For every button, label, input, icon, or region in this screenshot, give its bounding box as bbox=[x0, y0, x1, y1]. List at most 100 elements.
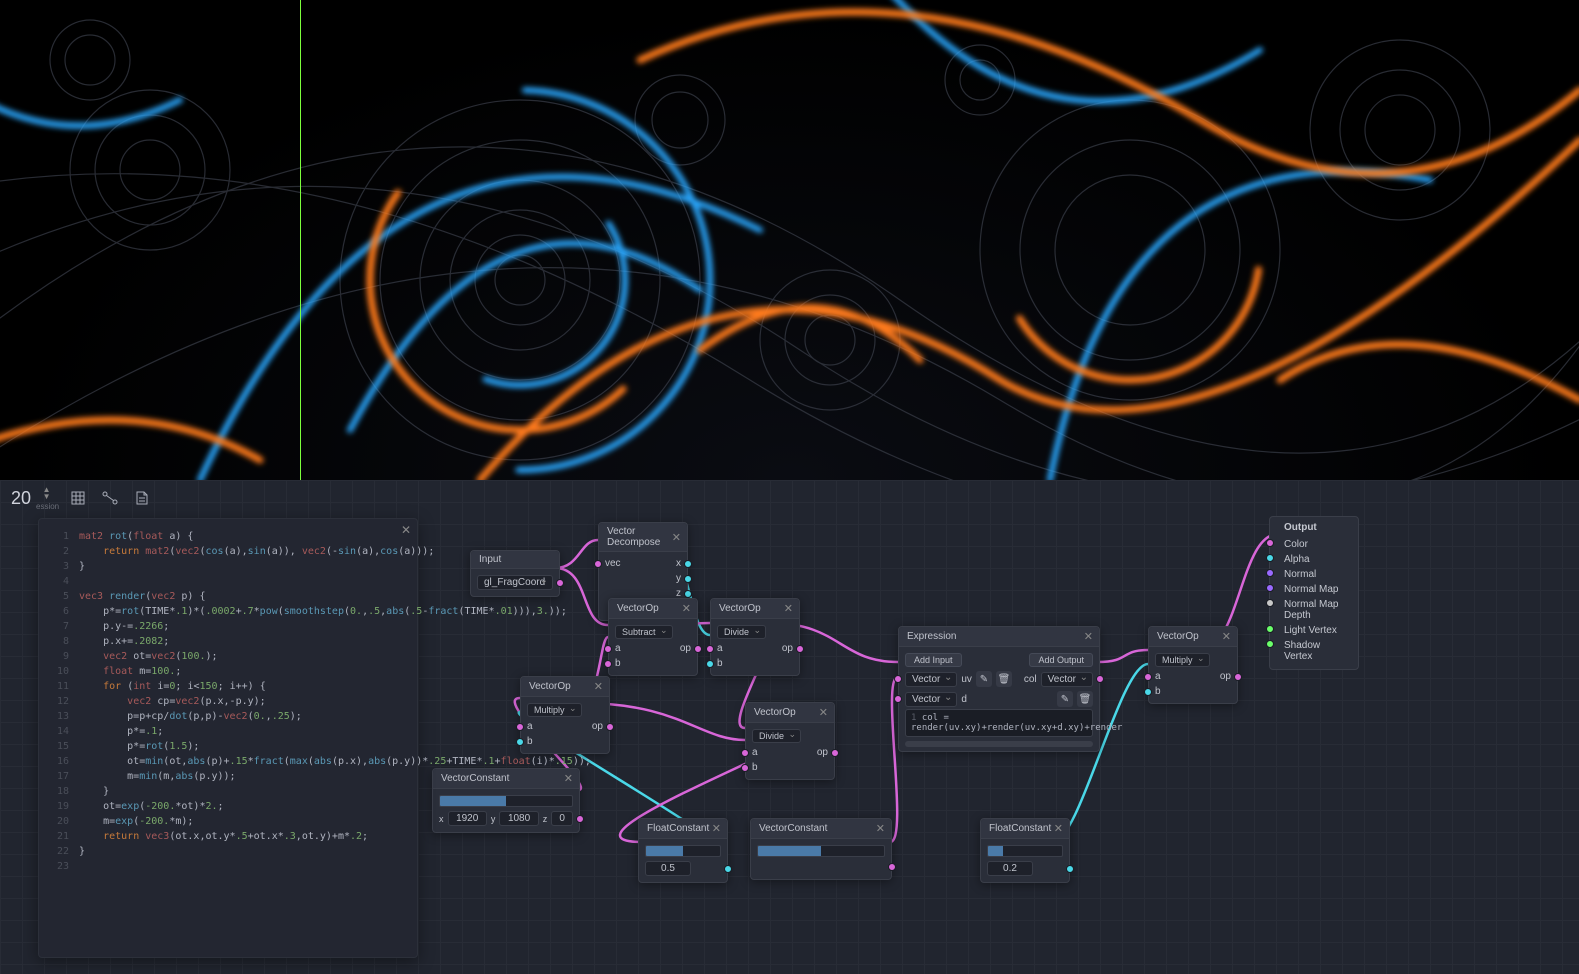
port-out[interactable] bbox=[606, 723, 614, 731]
node-vectorop-divide-2[interactable]: VectorOp✕ Divide aop b bbox=[745, 702, 835, 780]
port-out[interactable] bbox=[796, 645, 804, 653]
port-out[interactable] bbox=[556, 579, 564, 587]
port-label: a bbox=[1155, 671, 1161, 682]
add-input-button[interactable]: Add Input bbox=[905, 653, 962, 667]
close-icon[interactable]: ✕ bbox=[1054, 822, 1063, 835]
toolbar-grid-icon[interactable] bbox=[65, 486, 91, 510]
op-dropdown[interactable]: Subtract bbox=[615, 625, 673, 639]
port-in[interactable] bbox=[1144, 673, 1152, 681]
op-dropdown[interactable]: Multiply bbox=[527, 703, 582, 717]
port-out[interactable] bbox=[831, 749, 839, 757]
port-in[interactable] bbox=[1266, 569, 1274, 577]
port-in[interactable] bbox=[1144, 688, 1152, 696]
port-label: Normal Map bbox=[1284, 584, 1338, 595]
close-icon[interactable]: ✕ bbox=[876, 822, 885, 835]
port-out[interactable] bbox=[684, 590, 692, 598]
node-output[interactable]: Output Color Alpha Normal Normal Map Nor… bbox=[1269, 516, 1359, 670]
add-output-button[interactable]: Add Output bbox=[1029, 653, 1093, 667]
port-out[interactable] bbox=[1066, 865, 1074, 873]
node-vector-constant-2[interactable]: VectorConstant ✕ bbox=[750, 818, 892, 880]
op-dropdown[interactable]: Divide bbox=[717, 625, 766, 639]
close-icon[interactable]: ✕ bbox=[784, 602, 793, 615]
node-float-constant-2[interactable]: FloatConstant✕ 0.2 bbox=[980, 818, 1070, 883]
node-vector-constant-1[interactable]: VectorConstant✕ x1920 y1080 z0 bbox=[432, 768, 580, 833]
close-icon[interactable]: ✕ bbox=[712, 822, 721, 835]
delete-icon[interactable]: 🗑 bbox=[996, 671, 1012, 687]
node-float-constant-1[interactable]: FloatConstant✕ 0.5 bbox=[638, 818, 728, 883]
port-in[interactable] bbox=[1266, 640, 1274, 648]
port-in[interactable] bbox=[894, 675, 902, 683]
node-vectorop-multiply-2[interactable]: VectorOp✕ Multiply aop b bbox=[1148, 626, 1238, 704]
node-graph-panel[interactable]: 20 ▲ ▼ ession ✕ 1mat2 rot(float a) {2 re… bbox=[0, 480, 1579, 974]
edit-icon[interactable]: ✎ bbox=[976, 671, 992, 687]
input-source-dropdown[interactable]: gl_FragCoord bbox=[477, 575, 553, 590]
close-icon[interactable]: ✕ bbox=[401, 523, 411, 537]
port-in[interactable] bbox=[516, 723, 524, 731]
node-vectorop-subtract[interactable]: VectorOp✕ Subtract aop b bbox=[608, 598, 698, 676]
port-in[interactable] bbox=[1266, 584, 1274, 592]
close-icon[interactable]: ✕ bbox=[564, 772, 573, 785]
value[interactable]: 0.5 bbox=[645, 861, 691, 876]
node-expression[interactable]: Expression✕ Add Input Add Output Vector … bbox=[898, 626, 1100, 752]
expression-code[interactable]: 1 col = render(uv.xy)+render(uv.xy+d.xy)… bbox=[905, 709, 1093, 737]
node-vectorop-multiply[interactable]: VectorOp✕ Multiply aop b bbox=[520, 676, 610, 754]
close-icon[interactable]: ✕ bbox=[594, 680, 603, 693]
node-input[interactable]: Input gl_FragCoord bbox=[470, 550, 560, 597]
value-x[interactable]: 1920 bbox=[448, 811, 487, 826]
port-out[interactable] bbox=[724, 865, 732, 873]
close-icon[interactable]: ✕ bbox=[819, 706, 828, 719]
edit-icon[interactable]: ✎ bbox=[1057, 691, 1073, 707]
port-out[interactable] bbox=[1096, 675, 1104, 683]
port-in[interactable] bbox=[1266, 554, 1274, 562]
port-in[interactable] bbox=[604, 660, 612, 668]
port-out[interactable] bbox=[684, 575, 692, 583]
scrollbar[interactable] bbox=[905, 741, 1093, 747]
spinner-down-icon[interactable]: ▼ bbox=[43, 493, 51, 500]
close-icon[interactable]: ✕ bbox=[1222, 630, 1231, 643]
port-in[interactable] bbox=[706, 645, 714, 653]
port-in[interactable] bbox=[604, 645, 612, 653]
toolbar-connect-icon[interactable] bbox=[97, 486, 123, 510]
value-z[interactable]: 0 bbox=[551, 811, 573, 826]
port-in[interactable] bbox=[1266, 625, 1274, 633]
port-in[interactable] bbox=[1266, 599, 1274, 607]
value[interactable]: 0.2 bbox=[987, 861, 1033, 876]
port-in[interactable] bbox=[741, 764, 749, 772]
port-in[interactable] bbox=[706, 660, 714, 668]
slider[interactable] bbox=[987, 845, 1063, 857]
port-label: op bbox=[680, 643, 691, 654]
close-icon[interactable]: ✕ bbox=[672, 531, 681, 544]
delete-icon[interactable]: 🗑 bbox=[1077, 691, 1093, 707]
op-dropdown[interactable]: Multiply bbox=[1155, 653, 1210, 667]
port-in[interactable] bbox=[1266, 539, 1274, 547]
port-out[interactable] bbox=[1234, 673, 1242, 681]
port-label: op bbox=[782, 643, 793, 654]
port-in[interactable] bbox=[516, 738, 524, 746]
slider[interactable] bbox=[439, 795, 573, 807]
port-out[interactable] bbox=[684, 560, 692, 568]
expression-code-panel[interactable]: ✕ 1mat2 rot(float a) {2 return mat2(vec2… bbox=[38, 518, 418, 958]
port-in[interactable] bbox=[594, 560, 602, 568]
value-y[interactable]: 1080 bbox=[499, 811, 538, 826]
close-icon[interactable]: ✕ bbox=[1084, 630, 1093, 643]
close-icon[interactable]: ✕ bbox=[682, 602, 691, 615]
port-label: a bbox=[717, 643, 723, 654]
port-out[interactable] bbox=[576, 815, 584, 823]
out-type-dropdown[interactable]: Vector bbox=[1041, 672, 1093, 687]
port-in[interactable] bbox=[894, 695, 902, 703]
in-type-dropdown[interactable]: Vector bbox=[905, 672, 957, 687]
node-vectorop-divide-1[interactable]: VectorOp✕ Divide aop b bbox=[710, 598, 800, 676]
preview-guide-line bbox=[300, 0, 301, 480]
port-out[interactable] bbox=[888, 863, 896, 871]
slider[interactable] bbox=[757, 845, 885, 857]
toolbar-number[interactable]: 20 bbox=[6, 488, 36, 509]
toolbar-file-icon[interactable] bbox=[129, 486, 155, 510]
port-out[interactable] bbox=[694, 645, 702, 653]
slider[interactable] bbox=[645, 845, 721, 857]
port-in[interactable] bbox=[741, 749, 749, 757]
op-dropdown[interactable]: Divide bbox=[752, 729, 801, 743]
in2-type-dropdown[interactable]: Vector bbox=[905, 692, 957, 707]
shader-preview[interactable] bbox=[0, 0, 1579, 480]
node-title: VectorConstant bbox=[759, 823, 827, 834]
code-editor[interactable]: 1mat2 rot(float a) {2 return mat2(vec2(c… bbox=[39, 519, 417, 884]
